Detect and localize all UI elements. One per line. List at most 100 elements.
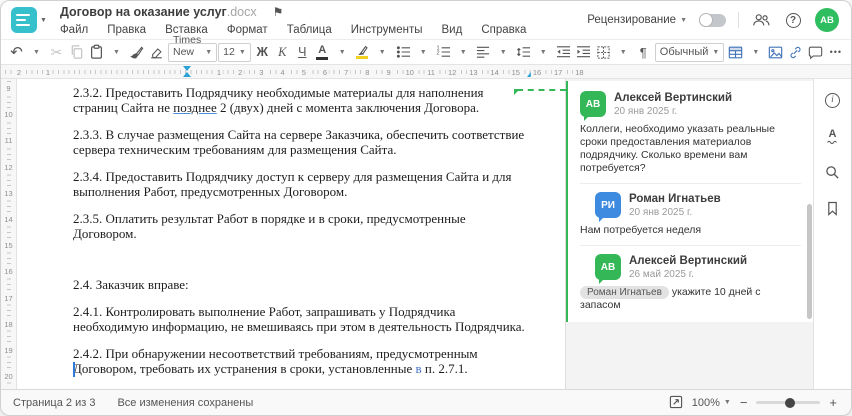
menu-item[interactable]: Справка [481, 24, 526, 36]
paragraph-borders-button[interactable] [594, 42, 613, 63]
review-mode-button[interactable]: Рецензирование ▼ [587, 14, 687, 26]
bullet-list-button[interactable] [394, 42, 413, 63]
divider [738, 12, 739, 28]
ruler-label: 11 [425, 67, 437, 77]
numbered-list-button[interactable]: 1 2 [434, 42, 453, 63]
paste-button[interactable] [87, 42, 106, 63]
menu-item[interactable]: Формат [227, 24, 268, 36]
paragraph: 2.3.4. Предоставить Подрядчику доступ к … [73, 169, 529, 199]
line-spacing-button[interactable] [514, 42, 533, 63]
comment-body: Роман Игнатьев укажите 10 дней с запасом [580, 286, 801, 312]
menu-item[interactable]: Файл [60, 24, 88, 36]
zoom-slider-knob[interactable] [785, 397, 796, 408]
cut-button[interactable]: ✂ [47, 42, 66, 63]
flag-icon[interactable]: ⚑ [273, 5, 284, 19]
comment-author: Алексей Вертинский [614, 92, 733, 104]
search-icon[interactable] [822, 161, 844, 183]
user-avatar[interactable]: АВ [815, 8, 839, 32]
line-spacing-dropdown[interactable]: ▼ [534, 42, 553, 63]
highlight-color-button[interactable] [353, 42, 372, 63]
underline-button[interactable]: Ч [293, 42, 312, 63]
app-menu-button[interactable]: ▼ [11, 7, 47, 33]
zoom-out-button[interactable]: − [740, 396, 748, 409]
text-run: 2.3.3. В случае размещения Сайта на серв… [73, 127, 525, 157]
zoom-slider[interactable] [756, 397, 821, 408]
numbered-list-dropdown[interactable]: ▼ [454, 42, 473, 63]
ruler-label: 4 [278, 67, 287, 77]
ruler-label: 14 [488, 67, 501, 77]
left-indent-marker[interactable] [183, 72, 191, 77]
comment[interactable]: АВ Алексей Вертинский 20 янв 2025 г. Кол… [580, 91, 801, 175]
comment[interactable]: РИ Роман Игнатьев 20 янв 2025 г. Нам пот… [580, 183, 801, 237]
comment-date: 26 май 2025 г. [629, 269, 694, 280]
borders-dropdown[interactable]: ▼ [614, 42, 633, 63]
increase-indent-button[interactable] [574, 42, 593, 63]
zoom-in-button[interactable]: + [829, 396, 837, 409]
collaboration-users-icon[interactable] [751, 10, 771, 30]
menu-item[interactable]: Таблица [287, 24, 332, 36]
info-icon[interactable]: i [822, 89, 844, 111]
chevron-down-icon: ▼ [680, 16, 687, 24]
menu-item[interactable]: Инструменты [351, 24, 423, 36]
spellcheck-icon[interactable]: А [822, 125, 844, 147]
ruler-label: 2 [236, 67, 245, 77]
menu-item[interactable]: Вид [442, 24, 463, 36]
page-indicator[interactable]: Страница 2 из 3 [13, 397, 95, 409]
comment-thread-card[interactable]: АВ Алексей Вертинский 20 янв 2025 г. Кол… [566, 81, 813, 322]
comment[interactable]: АВ Алексей Вертинский 26 май 2025 г. Ром… [580, 245, 801, 312]
paste-dropdown[interactable]: ▼ [107, 42, 126, 63]
clear-style-eraser-icon[interactable] [147, 42, 166, 63]
format-painter-icon[interactable] [127, 42, 146, 63]
comments-scrollbar[interactable] [807, 204, 812, 319]
help-icon[interactable]: ? [783, 10, 803, 30]
insert-image-button[interactable] [766, 42, 785, 63]
font-size-select[interactable]: 12 ▼ [218, 42, 251, 62]
v-ruler: 9 10 11 12 13 14 15 16 17 18 19 20 [1, 79, 17, 389]
paragraph: 2.4.1. Контролировать выполнение Работ, … [73, 304, 529, 334]
table-dropdown[interactable]: ▼ [746, 42, 765, 63]
paragraph: 2.4.2. При обнаружении несоответствий тр… [73, 346, 529, 376]
font-color-button[interactable]: А [313, 42, 332, 63]
text-run: позднее [173, 100, 217, 115]
ruler-label: 8 [363, 67, 372, 77]
undo-button[interactable]: ↶ [7, 42, 26, 63]
ruler-label: 15 [2, 241, 15, 252]
bookmark-icon[interactable] [822, 197, 844, 219]
insert-link-button[interactable] [786, 42, 805, 63]
bold-button[interactable]: Ж [253, 42, 272, 63]
ruler-label: 5 [299, 67, 308, 77]
comment-date: 20 янв 2025 г. [629, 207, 693, 218]
font-color-dropdown[interactable]: ▼ [333, 42, 352, 63]
ruler-label: 18 [573, 67, 586, 77]
document-page[interactable]: 2.3.2. Предоставить Подрядчику необходим… [17, 79, 566, 389]
ruler-label: 10 [403, 67, 416, 77]
comment-body: Коллеги, необходимо указать реальные сро… [580, 123, 801, 175]
show-formatting-marks-button[interactable]: ¶ [634, 42, 653, 63]
fit-to-width-icon[interactable] [669, 395, 683, 411]
italic-button[interactable]: К [273, 42, 292, 63]
bullet-list-dropdown[interactable]: ▼ [414, 42, 433, 63]
ruler-label: 10 [2, 110, 15, 121]
copy-button[interactable] [67, 42, 86, 63]
paragraph-style-select[interactable]: Обычный ▼ [654, 42, 725, 62]
undo-dropdown[interactable]: ▼ [27, 42, 46, 63]
text-run: 2.4.1. Контролировать выполнение Работ, … [73, 304, 525, 334]
review-toggle[interactable] [699, 13, 726, 27]
zoom-level-value: 100% [691, 396, 720, 409]
comment-body: Нам потребуется неделя [580, 224, 801, 237]
svg-text:2: 2 [436, 50, 439, 56]
app-logo-icon [11, 7, 37, 33]
zoom-level-select[interactable]: 100% ▼ [692, 397, 731, 409]
decrease-indent-button[interactable] [554, 42, 573, 63]
align-dropdown[interactable]: ▼ [494, 42, 513, 63]
add-comment-button[interactable] [806, 42, 825, 63]
align-left-button[interactable] [474, 42, 493, 63]
first-line-indent-marker[interactable] [183, 66, 191, 71]
menu-item[interactable]: Правка [107, 24, 146, 36]
highlight-color-dropdown[interactable]: ▼ [373, 42, 392, 63]
document-title: Договор на оказание услуг [59, 5, 227, 19]
insert-table-button[interactable] [726, 42, 745, 63]
document-text[interactable]: 2.3.2. Предоставить Подрядчику необходим… [17, 79, 565, 376]
more-toolbar-button[interactable]: ••• [826, 42, 845, 63]
font-name-select[interactable]: Times New ... ▼ [168, 34, 218, 70]
